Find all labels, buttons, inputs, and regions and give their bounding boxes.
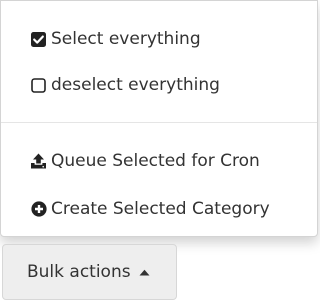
plus-circle-icon [30, 201, 47, 218]
menu-item-label: Select everything [51, 29, 201, 49]
menu-item-deselect-everything[interactable]: deselect everything [1, 65, 317, 105]
bulk-actions-dropdown-menu: Select everything deselect everything Qu… [0, 0, 318, 237]
menu-item-queue-selected-for-cron[interactable]: Queue Selected for Cron [1, 141, 317, 181]
menu-item-select-everything[interactable]: Select everything [1, 19, 317, 59]
empty-checkbox-icon [30, 77, 47, 94]
menu-item-label: Create Selected Category [51, 199, 270, 219]
bulk-actions-button[interactable]: Bulk actions [2, 244, 177, 300]
menu-item-create-selected-category[interactable]: Create Selected Category [1, 189, 317, 229]
menu-item-label: deselect everything [51, 75, 220, 95]
checked-checkbox-icon [30, 31, 47, 48]
upload-icon [30, 153, 47, 170]
caret-up-icon [139, 269, 150, 276]
bulk-actions-label: Bulk actions [27, 262, 131, 282]
menu-item-label: Queue Selected for Cron [51, 151, 260, 171]
menu-divider [1, 122, 317, 123]
